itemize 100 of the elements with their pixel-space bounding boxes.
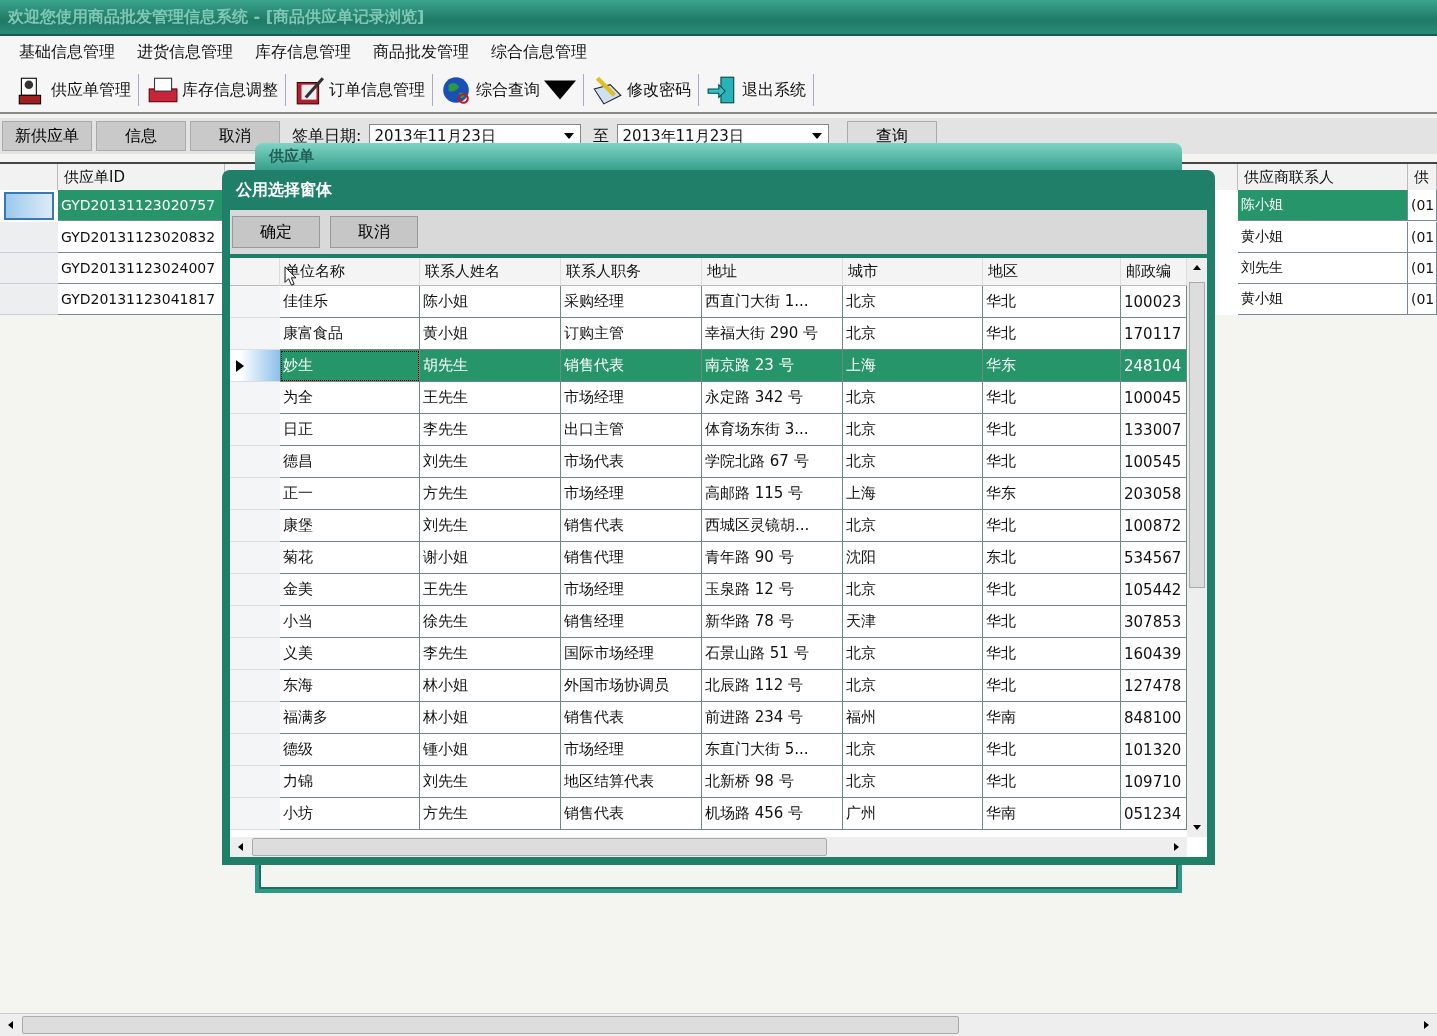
table-cell: 华北 — [983, 766, 1121, 798]
column-header[interactable]: 地区 — [983, 258, 1121, 286]
horizontal-scrollbar[interactable] — [0, 1013, 1437, 1036]
table-cell: 石景山路 51 号 — [702, 638, 843, 670]
menu-item[interactable]: 库存信息管理 — [244, 37, 362, 67]
table-cell: 华北 — [983, 286, 1121, 318]
table-cell: 华北 — [983, 670, 1121, 702]
table-cell: 康堡 — [280, 510, 420, 542]
dialog-button[interactable]: 确定 — [232, 216, 320, 248]
table-cell: 学院北路 67 号 — [702, 446, 843, 478]
toolbar-button[interactable]: 综合查询 — [433, 74, 584, 106]
table-cell: 市场经理 — [561, 382, 702, 414]
table-cell: 西城区灵镜胡... — [702, 510, 843, 542]
table-cell: 德昌 — [280, 446, 420, 478]
table-cell: 华北 — [983, 446, 1121, 478]
table-cell: 刘先生 — [1238, 253, 1408, 284]
table-cell: 采购经理 — [561, 286, 702, 318]
table-cell: 刘先生 — [420, 446, 561, 478]
table-cell: 天津 — [843, 606, 983, 638]
table-cell: 北京 — [843, 670, 983, 702]
table-cell: 华东 — [983, 350, 1121, 382]
dialog-button[interactable]: 取消 — [330, 216, 418, 248]
toolbar-button[interactable]: 信息 — [96, 121, 186, 151]
header-corner — [0, 164, 58, 190]
table-cell: (01 — [1408, 190, 1437, 221]
table-cell: 东直门大街 5... — [702, 734, 843, 766]
column-header[interactable]: 邮政编 — [1121, 258, 1187, 286]
scroll-thumb[interactable] — [252, 838, 827, 856]
table-cell: 外国市场协调员 — [561, 670, 702, 702]
table-cell: (01 — [1408, 284, 1437, 315]
table-cell: 黄小姐 — [1238, 222, 1408, 253]
table-cell: 李先生 — [420, 414, 561, 446]
table-cell: 玉泉路 12 号 — [702, 574, 843, 606]
column-header[interactable]: 城市 — [843, 258, 983, 286]
toolbar-button[interactable]: 订单信息管理 — [286, 74, 433, 106]
table-cell: 北新桥 98 号 — [702, 766, 843, 798]
scroll-right-icon[interactable] — [1172, 843, 1180, 851]
toolbar-button[interactable]: 修改密码 — [584, 74, 699, 106]
table-cell: 华北 — [983, 382, 1121, 414]
column-header[interactable]: 供应商联系人 — [1238, 164, 1408, 190]
column-header[interactable]: 联系人职务 — [561, 258, 702, 286]
table-cell: 北辰路 112 号 — [702, 670, 843, 702]
table-cell: GYD20131123020757 — [58, 190, 225, 221]
column-header[interactable]: 联系人姓名 — [420, 258, 561, 286]
horizontal-scrollbar[interactable] — [230, 837, 1187, 857]
dropdown-caret-icon[interactable] — [812, 133, 823, 139]
date-label: 签单日期: — [291, 125, 363, 147]
dialog-title: 公用选择窗体 — [235, 178, 333, 201]
table-cell: 华北 — [983, 574, 1121, 606]
scroll-left-icon[interactable] — [237, 843, 245, 851]
table-cell: 方先生 — [420, 798, 561, 830]
table-cell: 北京 — [843, 766, 983, 798]
table-cell: 德级 — [280, 734, 420, 766]
menu-item[interactable]: 综合信息管理 — [480, 37, 598, 67]
table-cell: 北京 — [843, 286, 983, 318]
table-cell: 华南 — [983, 798, 1121, 830]
table-cell: 胡先生 — [420, 350, 561, 382]
table-cell: 北京 — [843, 414, 983, 446]
scroll-left-icon[interactable] — [7, 1021, 15, 1029]
menu-item[interactable]: 商品批发管理 — [362, 37, 480, 67]
toolbar-button[interactable]: 供应单管理 — [8, 74, 139, 106]
table-cell: 体育场东街 3... — [702, 414, 843, 446]
table-cell: 北京 — [843, 510, 983, 542]
table-cell: 国际市场经理 — [561, 638, 702, 670]
toolbar-button[interactable]: 退出系统 — [699, 74, 814, 106]
scroll-thumb[interactable] — [22, 1016, 959, 1034]
scroll-right-icon[interactable] — [1422, 1021, 1430, 1029]
column-header[interactable]: 地址 — [702, 258, 843, 286]
table-cell: 正一 — [280, 478, 420, 510]
table-cell: 小当 — [280, 606, 420, 638]
table-cell: 机场路 456 号 — [702, 798, 843, 830]
table-cell: 刘先生 — [420, 510, 561, 542]
toolbar-button[interactable]: 库存信息调整 — [139, 74, 286, 106]
menu-item[interactable]: 进货信息管理 — [126, 37, 244, 67]
table-cell: 林小姐 — [420, 702, 561, 734]
current-row-icon — [236, 359, 244, 372]
table-cell: 福州 — [843, 702, 983, 734]
vertical-scrollbar[interactable] — [1187, 258, 1207, 837]
table-cell: 青年路 90 号 — [702, 542, 843, 574]
menu-item[interactable]: 基础信息管理 — [8, 37, 126, 67]
table-cell: 陈小姐 — [420, 286, 561, 318]
table-cell: 陈小姐 — [1238, 190, 1408, 221]
table-cell: 南京路 23 号 — [702, 350, 843, 382]
scroll-down-icon[interactable] — [1193, 823, 1201, 831]
table-cell: 金美 — [280, 574, 420, 606]
table-cell: 沈阳 — [843, 542, 983, 574]
table-cell: 华北 — [983, 414, 1121, 446]
table-cell: 华北 — [983, 734, 1121, 766]
table-cell: 高邮路 115 号 — [702, 478, 843, 510]
column-header[interactable]: 供应单ID — [58, 164, 225, 190]
pencil-icon — [591, 74, 623, 106]
scroll-thumb[interactable] — [1189, 282, 1205, 588]
dropdown-caret-icon[interactable] — [564, 133, 575, 139]
globe-icon — [440, 74, 472, 106]
table-cell: 市场经理 — [561, 734, 702, 766]
window-title: 欢迎您使用商品批发管理信息系统 - [商品供应单记录浏览] — [8, 6, 425, 28]
column-header[interactable]: 供 — [1408, 164, 1437, 190]
scroll-up-icon[interactable] — [1193, 264, 1201, 272]
toolbar-button[interactable]: 新供应单 — [2, 121, 92, 151]
to-label: 至 — [592, 125, 611, 147]
